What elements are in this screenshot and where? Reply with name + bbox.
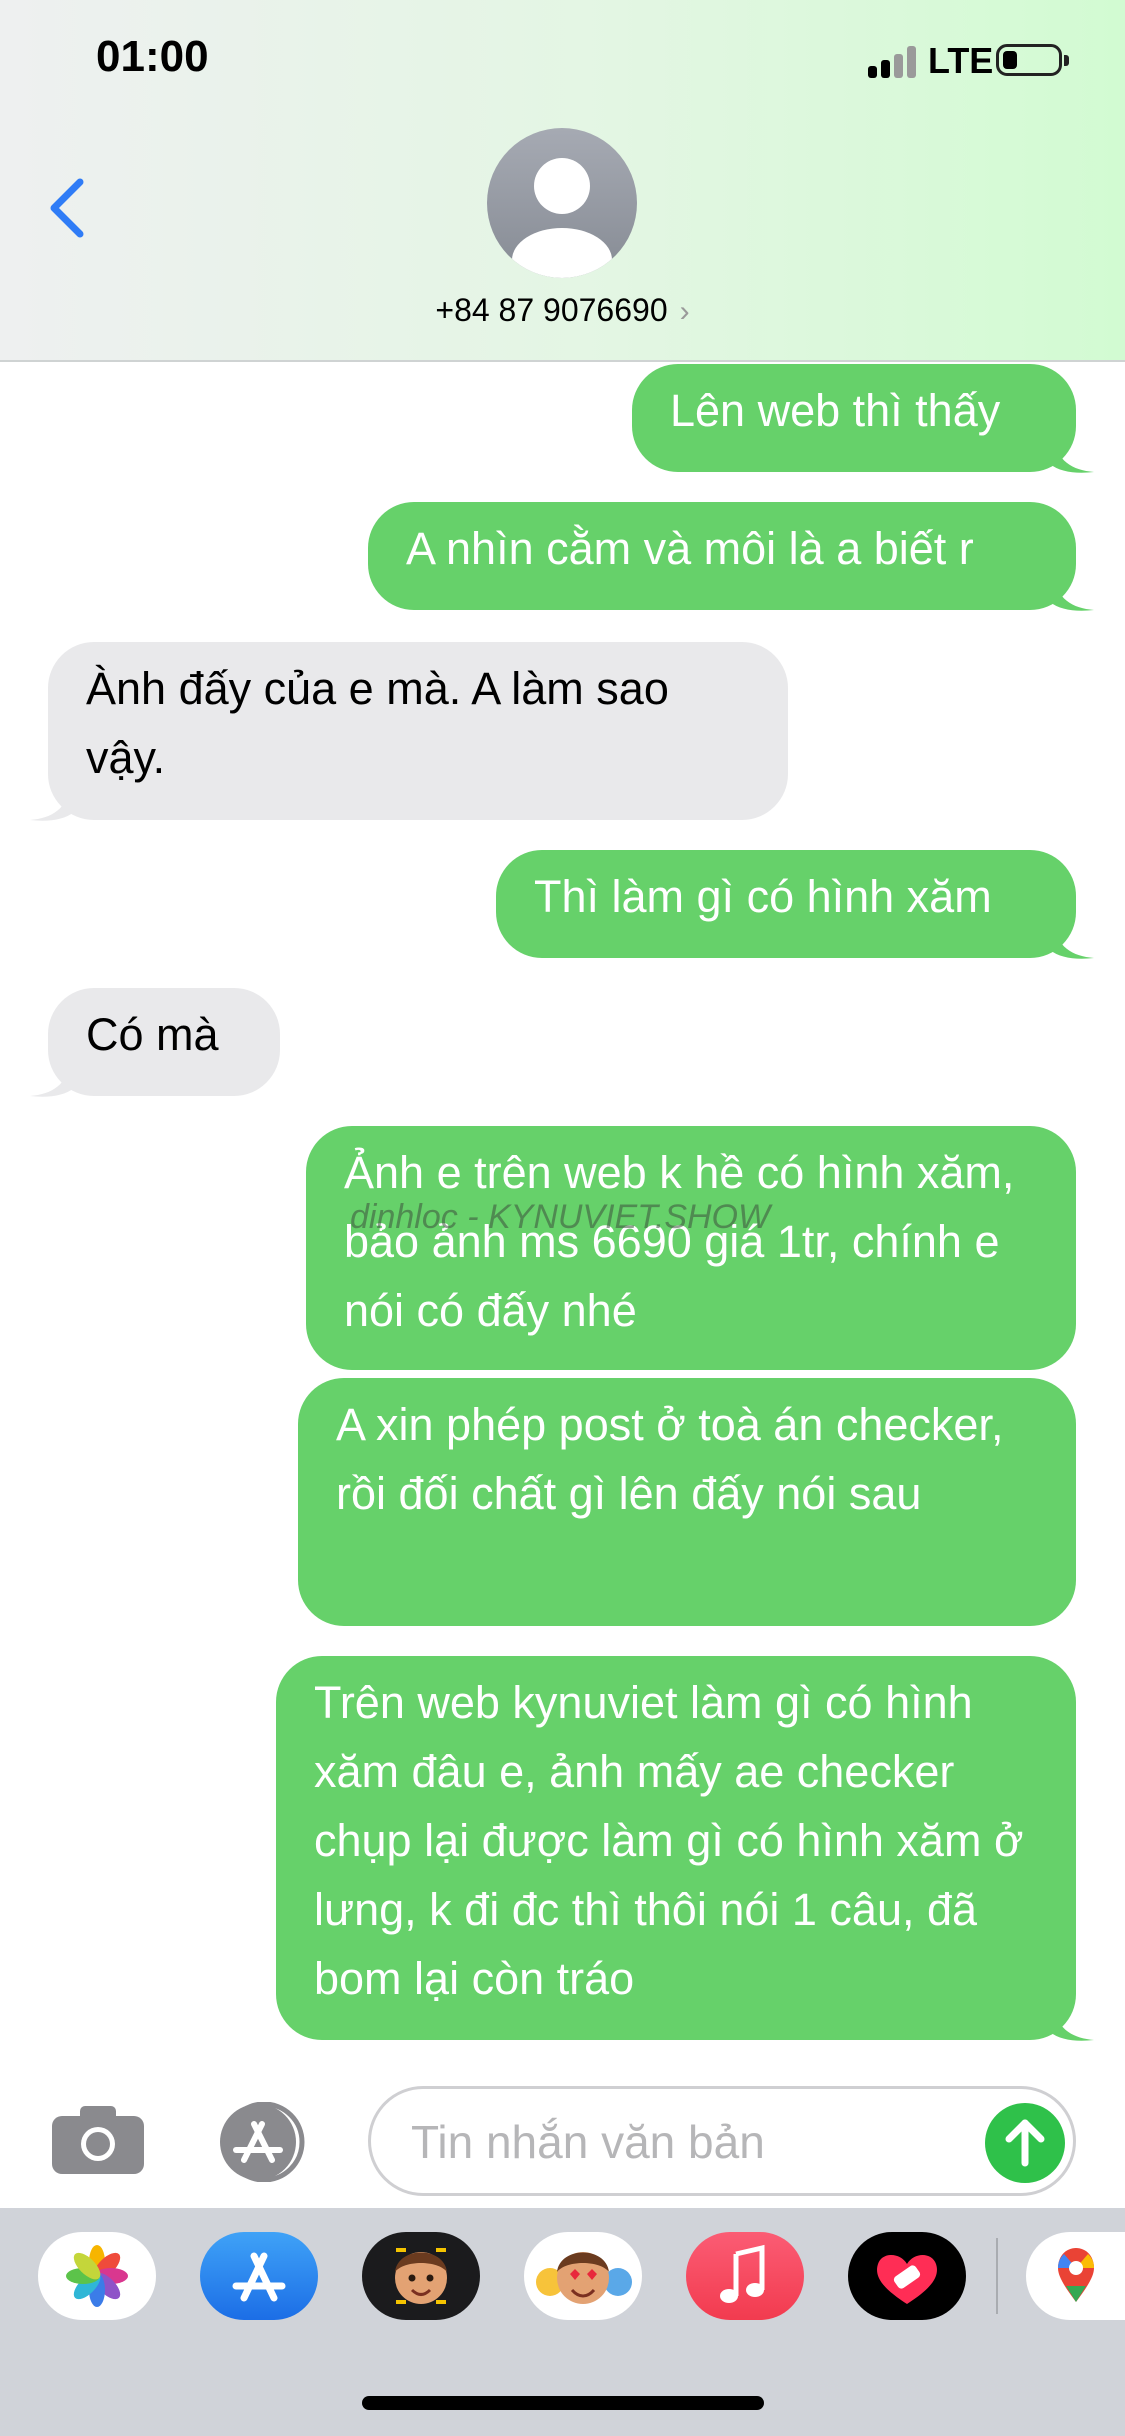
home-indicator[interactable] <box>362 2396 764 2410</box>
message-text: A xin phép post ở toà án checker, rồi đố… <box>336 1399 1004 1519</box>
message-field <box>368 2086 1076 2196</box>
memoji-icon <box>395 2248 447 2304</box>
send-button[interactable] <box>985 2103 1065 2183</box>
message-text: Ảnh e trên web k hề có hình xăm, bảo ảnh… <box>344 1147 1015 1336</box>
memoji-app-button[interactable] <box>362 2232 480 2320</box>
camera-button[interactable] <box>50 2104 146 2176</box>
message-bubble-sent[interactable]: Lên web thì thấy <box>632 364 1094 473</box>
status-time: 01:00 <box>96 32 209 81</box>
app-store-icon <box>220 2101 305 2183</box>
message-text: Lên web thì thấy <box>670 385 1001 436</box>
photos-icon <box>66 2245 128 2307</box>
music-app-button[interactable] <box>686 2232 804 2320</box>
message-bubble-received[interactable]: Ành đấy của e mà. A làm sao vậy. <box>30 642 788 821</box>
message-bubble-sent[interactable]: Trên web kynuviet làm gì có hình xăm đâu… <box>276 1656 1094 2041</box>
fitness-heart-icon <box>877 2255 937 2304</box>
message-input[interactable] <box>409 2109 973 2175</box>
message-text: A nhìn cằm và môi là a biết r <box>406 523 974 574</box>
network-label: LTE <box>928 40 994 81</box>
photos-app-button[interactable] <box>38 2232 156 2320</box>
compose-bar <box>0 2066 1125 2196</box>
maps-icon <box>1058 2248 1094 2302</box>
memoji-stickers-icon <box>536 2252 632 2304</box>
back-button[interactable] <box>40 168 100 248</box>
message-bubble-sent[interactable]: A xin phép post ở toà án checker, rồi đố… <box>298 1378 1076 1626</box>
message-bubble-sent[interactable]: Ảnh e trên web k hề có hình xăm, bảo ảnh… <box>306 1126 1076 1370</box>
contact-name-button[interactable]: +84 87 9076690 › <box>0 292 1125 329</box>
person-icon <box>512 158 612 278</box>
fitness-app-button[interactable] <box>848 2232 966 2320</box>
message-bubble-sent[interactable]: A nhìn cằm và môi là a biết r <box>368 502 1094 611</box>
memoji-stickers-app-button[interactable] <box>524 2232 642 2320</box>
camera-icon <box>52 2106 144 2174</box>
watermark: dinhloc - KYNUVIET.SHOW <box>350 1198 771 1236</box>
dock-divider <box>996 2238 998 2314</box>
conversation-header: 01:00 LTE +84 87 9076690 › <box>0 0 1125 362</box>
arrow-up-icon <box>1005 2119 1045 2167</box>
message-bubble-received[interactable]: Có mà <box>30 988 280 1097</box>
message-text: Thì làm gì có hình xăm <box>534 871 992 922</box>
contact-avatar[interactable] <box>487 128 637 278</box>
chevron-right-icon: › <box>679 295 690 328</box>
app-store-icon <box>232 2252 286 2302</box>
app-store-app-button[interactable] <box>200 2232 318 2320</box>
battery-icon <box>996 44 1069 76</box>
app-store-button[interactable] <box>210 2101 320 2183</box>
chevron-left-icon <box>50 178 84 238</box>
contact-number: +84 87 9076690 <box>435 292 668 328</box>
message-bubble-sent[interactable]: Thì làm gì có hình xăm <box>496 850 1094 959</box>
maps-app-button[interactable] <box>1026 2232 1125 2320</box>
message-text: Có mà <box>86 1009 219 1060</box>
signal-icon <box>868 46 918 78</box>
music-icon <box>720 2244 765 2303</box>
message-text: Trên web kynuviet làm gì có hình xăm đâu… <box>314 1677 1024 2004</box>
message-text: Ành đấy của e mà. A làm sao vậy. <box>86 663 669 783</box>
